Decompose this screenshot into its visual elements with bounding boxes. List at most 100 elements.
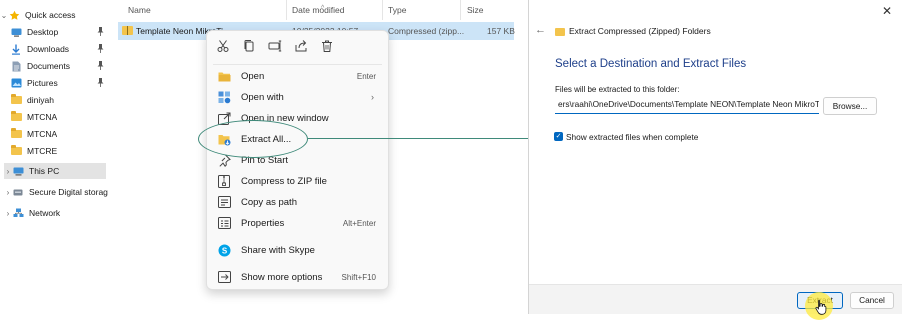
copy-icon[interactable] — [242, 39, 256, 53]
destination-label: Files will be extracted to this folder: — [555, 85, 680, 94]
menu-item-compress-zip[interactable]: Compress to ZIP file — [211, 171, 384, 191]
menu-item-open-with[interactable]: Open with › — [211, 87, 384, 107]
nav-label: MTCNA — [27, 129, 58, 139]
column-header-size[interactable]: Size — [467, 5, 484, 15]
cut-icon[interactable] — [216, 39, 230, 53]
menu-item-label: Share with Skype — [241, 244, 315, 256]
file-type: Compressed (zipp... — [388, 26, 465, 36]
nav-quick-access[interactable]: ⌄ Quick access — [0, 7, 110, 23]
nav-folder-mtcna[interactable]: MTCNA — [10, 126, 110, 142]
nav-label: Documents — [27, 61, 70, 71]
skype-icon: S — [217, 243, 231, 257]
nav-label: This PC — [29, 166, 60, 176]
menu-item-share-skype[interactable]: S Share with Skype — [211, 240, 384, 260]
nav-downloads[interactable]: Downloads — [10, 41, 110, 57]
download-icon — [10, 44, 22, 55]
menu-item-label: Open — [241, 70, 265, 82]
delete-icon[interactable] — [320, 39, 334, 53]
nav-label: diniyah — [27, 95, 54, 105]
copy-path-icon — [217, 195, 231, 209]
hand-cursor-icon — [815, 299, 827, 315]
extract-dialog: ✕ ← Extract Compressed (Zipped) Folders … — [528, 0, 902, 314]
browse-button[interactable]: Browse... — [823, 97, 877, 115]
file-size: 157 KB — [487, 26, 515, 36]
close-icon[interactable]: ✕ — [880, 4, 894, 18]
dialog-heading: Select a Destination and Extract Files — [555, 58, 747, 70]
annotation-arrow-line — [308, 138, 544, 139]
chevron-right-icon: › — [371, 92, 374, 102]
network-icon — [12, 208, 24, 219]
documents-icon — [10, 61, 22, 72]
nav-label: Quick access — [25, 10, 76, 20]
open-with-icon — [217, 90, 231, 104]
menu-item-label: Copy as path — [241, 196, 297, 208]
nav-documents[interactable]: Documents — [10, 58, 110, 74]
folder-icon — [10, 111, 22, 123]
menu-separator — [213, 64, 382, 65]
zip-folder-icon — [555, 28, 565, 36]
nav-label: MTCNA — [27, 112, 58, 122]
chevron-right-icon[interactable]: › — [4, 167, 12, 176]
destination-path-input[interactable]: ers\raahi\OneDrive\Documents\Template NE… — [555, 97, 819, 114]
sd-card-icon — [12, 187, 24, 198]
menu-item-label: Open with — [241, 91, 284, 103]
share-icon[interactable] — [294, 39, 308, 53]
pin-icon — [97, 44, 104, 53]
menu-item-show-more-options[interactable]: Show more options Shift+F10 — [211, 267, 384, 287]
folder-icon — [10, 145, 22, 157]
nav-label: Downloads — [27, 44, 70, 54]
menu-item-shortcut: Shift+F10 — [341, 272, 376, 282]
nav-label: Secure Digital storag — [29, 187, 108, 197]
column-header-date[interactable]: Date modified — [292, 5, 344, 15]
nav-folder-diniyah[interactable]: diniyah — [10, 92, 110, 108]
folder-icon — [10, 128, 22, 140]
show-files-checkbox[interactable]: ✓ — [554, 132, 563, 141]
chevron-right-icon[interactable]: › — [4, 188, 12, 197]
menu-item-copy-as-path[interactable]: Copy as path — [211, 192, 384, 212]
chevron-right-icon[interactable]: › — [4, 209, 12, 218]
nav-label: MTCRE — [27, 146, 58, 156]
cancel-button[interactable]: Cancel — [850, 292, 894, 309]
nav-this-pc[interactable]: › This PC — [4, 163, 106, 179]
menu-item-shortcut: Enter — [356, 71, 376, 81]
back-arrow-icon[interactable]: ← — [535, 24, 546, 36]
nav-label: Network — [29, 208, 61, 218]
desktop-icon — [10, 27, 22, 38]
more-options-icon — [217, 270, 231, 284]
navigation-pane: ⌄ Quick access Desktop Downloads Documen… — [0, 0, 112, 320]
open-icon — [217, 69, 231, 83]
menu-item-open[interactable]: Open Enter — [211, 66, 384, 86]
nav-sd-card[interactable]: › Secure Digital storag — [4, 184, 110, 200]
highlight-ellipse — [198, 120, 308, 158]
menu-item-label: Show more options — [241, 271, 323, 283]
rename-icon[interactable] — [268, 39, 282, 53]
column-header-name[interactable]: Name — [128, 5, 151, 15]
menu-item-shortcut: Alt+Enter — [342, 218, 376, 228]
pin-icon — [97, 61, 104, 70]
nav-folder-mtcna[interactable]: MTCNA — [10, 109, 110, 125]
zip-icon — [217, 174, 231, 188]
context-menu-toolbar — [207, 31, 388, 61]
file-list-header: Name ^ Date modified Type Size — [118, 0, 514, 20]
menu-item-label: Properties — [241, 217, 285, 229]
nav-label: Desktop — [27, 27, 59, 37]
context-menu: Open Enter Open with › Open in new windo… — [206, 30, 389, 290]
properties-icon — [217, 216, 231, 230]
nav-network[interactable]: › Network — [4, 205, 110, 221]
pictures-icon — [10, 78, 22, 89]
nav-desktop[interactable]: Desktop — [10, 24, 110, 40]
show-files-checkbox-label[interactable]: Show extracted files when complete — [566, 132, 698, 142]
menu-item-label: Compress to ZIP file — [241, 175, 327, 187]
column-header-type[interactable]: Type — [388, 5, 406, 15]
chevron-down-icon[interactable]: ⌄ — [0, 11, 8, 20]
pin-icon — [97, 78, 104, 87]
dialog-title: Extract Compressed (Zipped) Folders — [569, 26, 711, 36]
zip-folder-icon — [122, 26, 133, 35]
dialog-footer: Extract Cancel — [529, 284, 902, 314]
nav-pictures[interactable]: Pictures — [10, 75, 110, 91]
pc-icon — [12, 166, 24, 177]
pin-icon — [97, 27, 104, 36]
nav-label: Pictures — [27, 78, 58, 88]
menu-item-properties[interactable]: Properties Alt+Enter — [211, 213, 384, 233]
nav-folder-mtcre[interactable]: MTCRE — [10, 143, 110, 159]
